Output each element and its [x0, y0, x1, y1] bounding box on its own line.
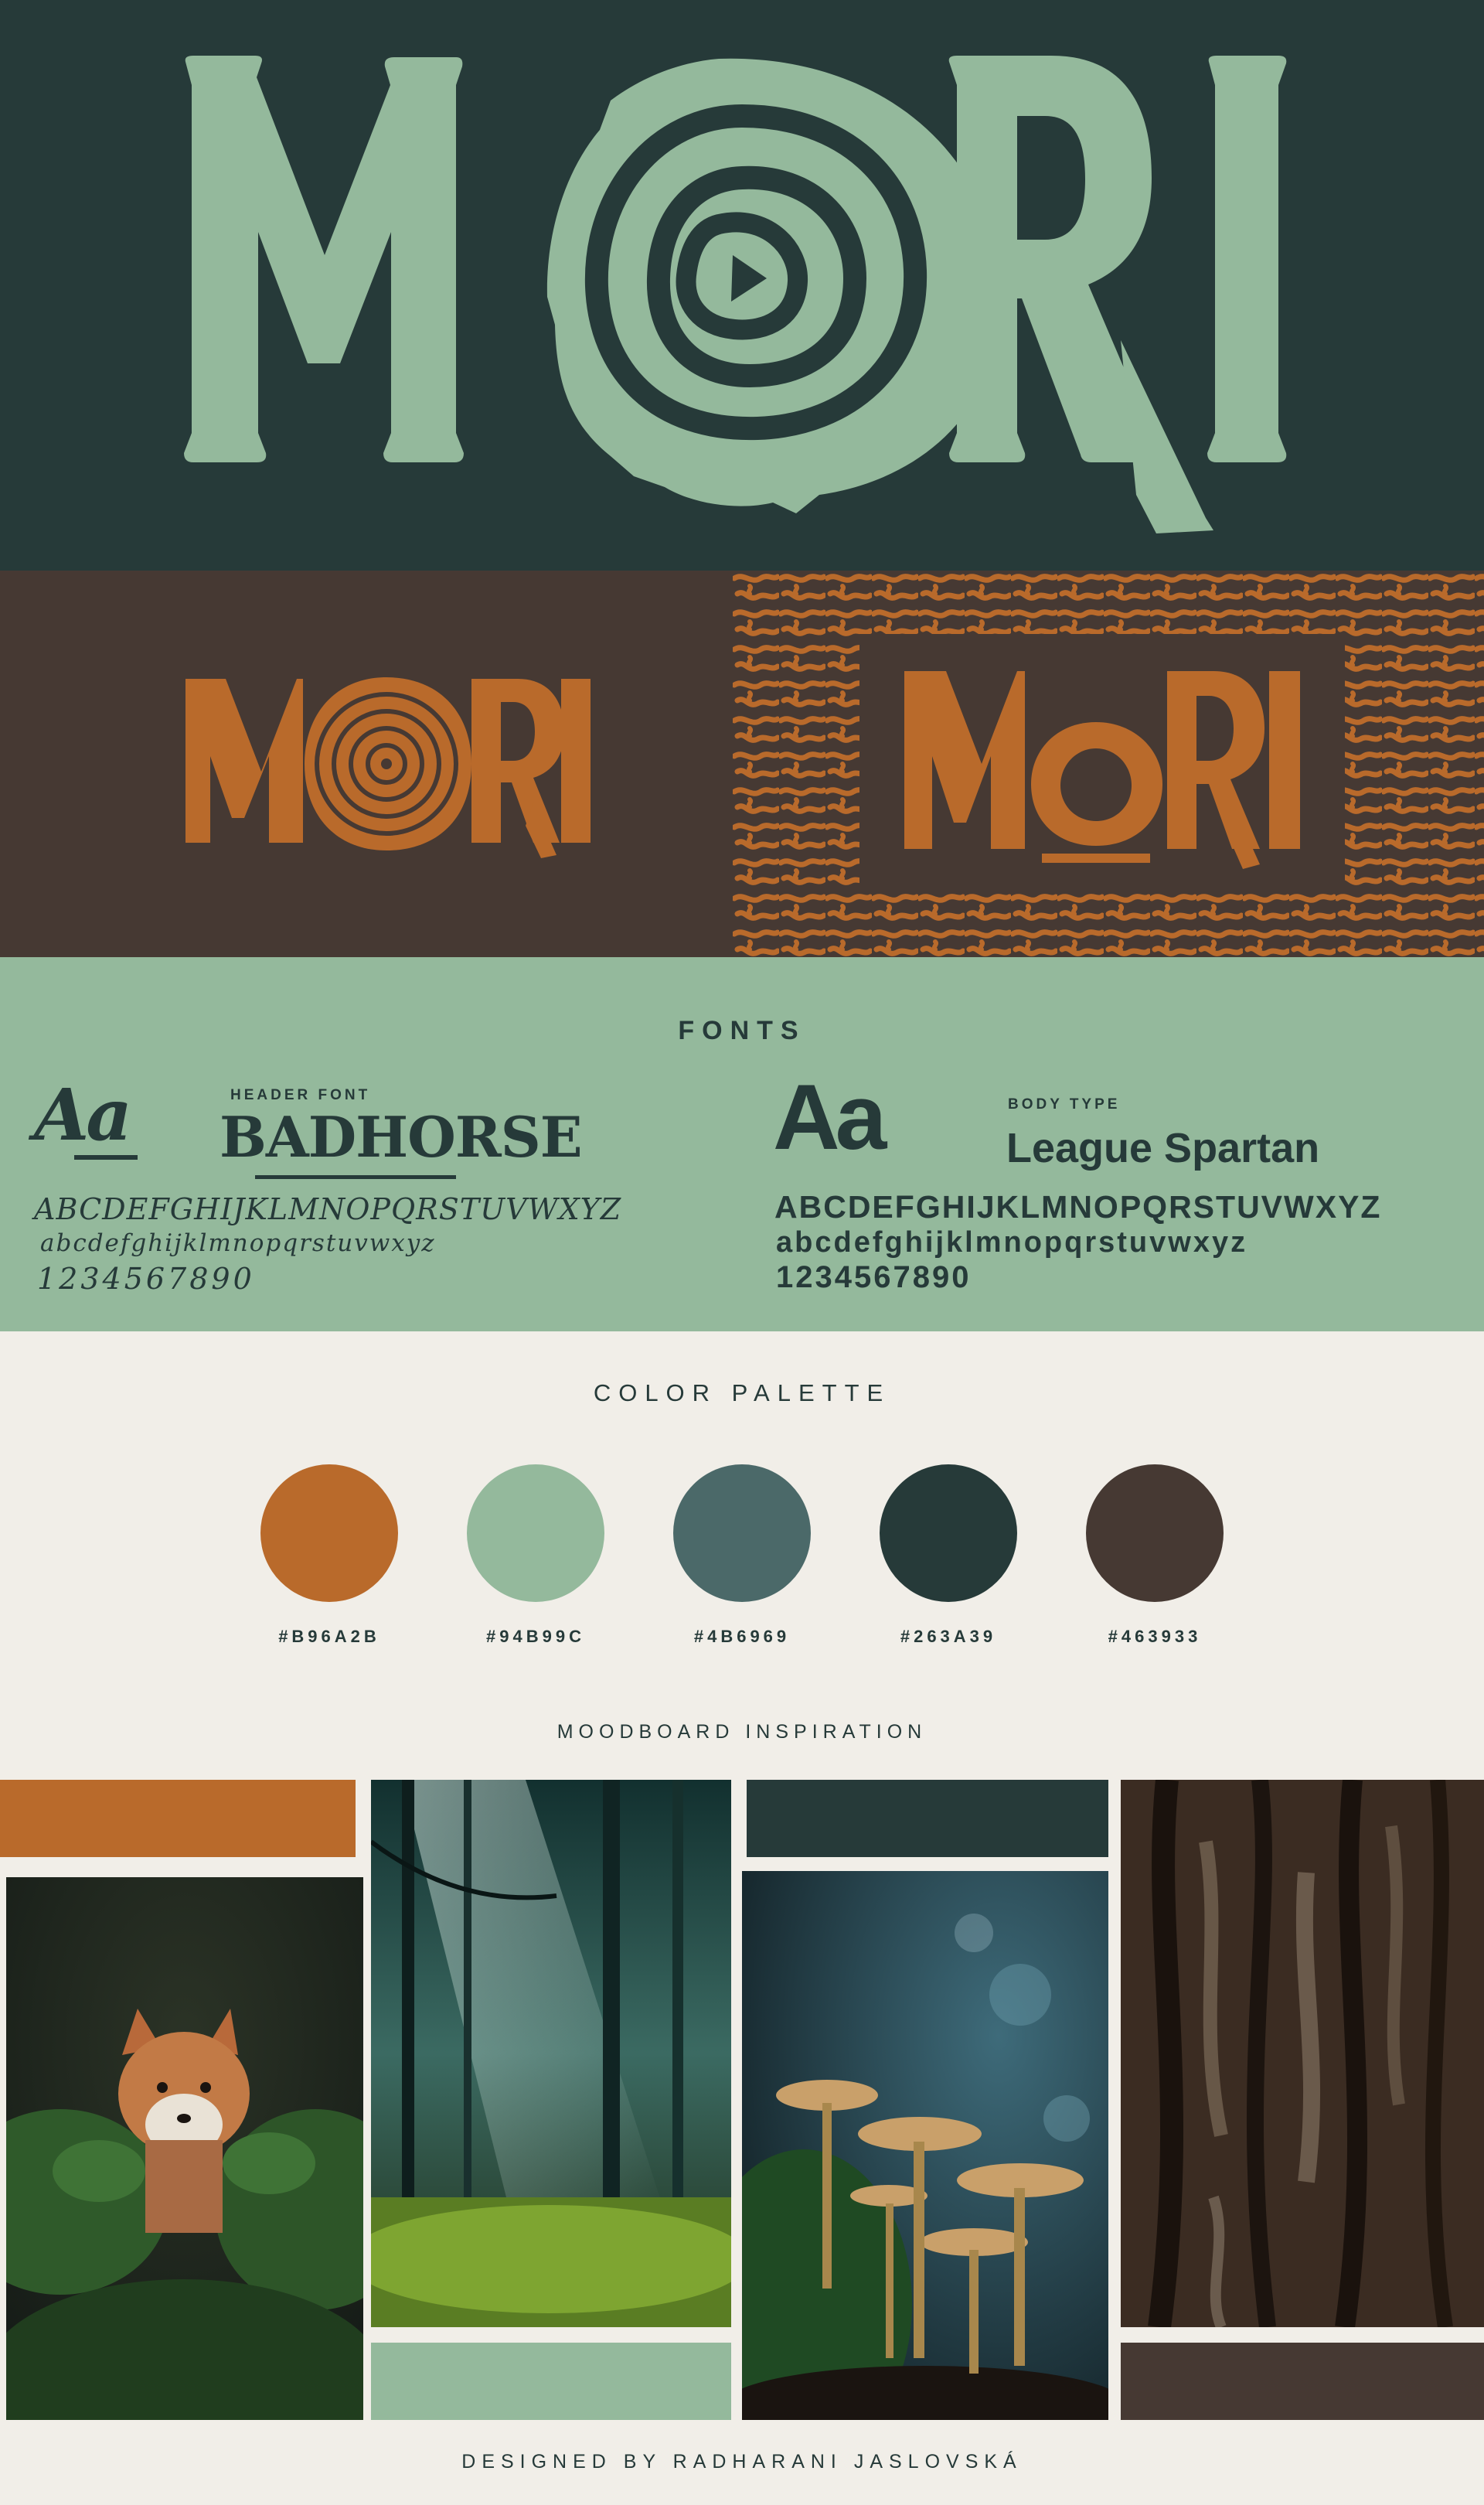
swatch-label-0: #B96A2B	[278, 1627, 380, 1646]
palette-title: COLOR PALETTE	[593, 1379, 891, 1406]
body-font-uppercase: ABCDEFGHIJKLMNOPQRSTUVWXYZ	[774, 1189, 1382, 1225]
swatch-4	[1086, 1464, 1224, 1602]
header-font-label: HEADER FONT	[230, 1087, 371, 1103]
photo-tree-bark	[1121, 1780, 1484, 2327]
pattern-background	[733, 571, 1484, 957]
designer-credit: DESIGNED BY RADHARANI JASLOVSKÁ	[461, 2451, 1023, 2473]
photo-mushrooms	[742, 1871, 1108, 2420]
fonts-title: FONTS	[678, 1016, 806, 1045]
body-font-lowercase: abcdefghijklmnopqrstuvwxyz	[776, 1226, 1248, 1259]
swatch-label-2: #4B6969	[693, 1627, 791, 1646]
photo-misty-forest	[371, 1780, 731, 2327]
moodboard-block-orange	[0, 1780, 356, 1857]
swatch-1	[467, 1464, 604, 1602]
swatch-label-4: #463933	[1108, 1627, 1202, 1646]
logo-variant-dark	[0, 571, 733, 957]
fonts-section: FONTS Aa HEADER FONT BADHORSE ABCDEFGHIJ…	[0, 957, 1484, 1331]
moodboard-title: MOODBOARD INSPIRATION	[556, 1721, 928, 1743]
mori-logo-large	[184, 56, 1287, 533]
moodboard-block-dark-green	[747, 1780, 1108, 1857]
brand-board: FONTS Aa HEADER FONT BADHORSE ABCDEFGHIJ…	[0, 0, 1484, 2505]
body-font-sample: Aa	[773, 1065, 887, 1169]
mori-logo-orange-small	[186, 677, 591, 858]
header-font-digits: 1234567890	[37, 1262, 255, 1296]
swatch-label-3: #263A39	[900, 1627, 997, 1646]
header-font-name-underline	[255, 1175, 456, 1179]
photo-fox	[6, 1877, 363, 2420]
swatch-2	[673, 1464, 811, 1602]
swatch-0	[260, 1464, 398, 1602]
body-font-digits: 1234567890	[776, 1260, 972, 1294]
body-font-name: League Spartan	[1006, 1125, 1320, 1171]
swatch-3	[880, 1464, 1017, 1602]
swatch-label-1: #94B99C	[486, 1627, 585, 1646]
logo-variant-pattern	[733, 571, 1484, 957]
hero-logo-panel	[0, 0, 1484, 571]
header-font-sample: Aa	[34, 1073, 132, 1157]
header-font-uppercase: ABCDEFGHIJKLMNOPQRSTUVWXYZ	[34, 1192, 622, 1226]
header-font-sample-underline	[74, 1155, 138, 1160]
body-font-label: BODY TYPE	[1008, 1096, 1121, 1113]
header-font-lowercase: abcdefghijklmnopqrstuvwxyz	[40, 1229, 436, 1257]
moodboard-block-brown	[1121, 2343, 1484, 2420]
moodboard-block-sage	[371, 2343, 731, 2420]
header-font-name: BADHORSE	[220, 1104, 583, 1170]
